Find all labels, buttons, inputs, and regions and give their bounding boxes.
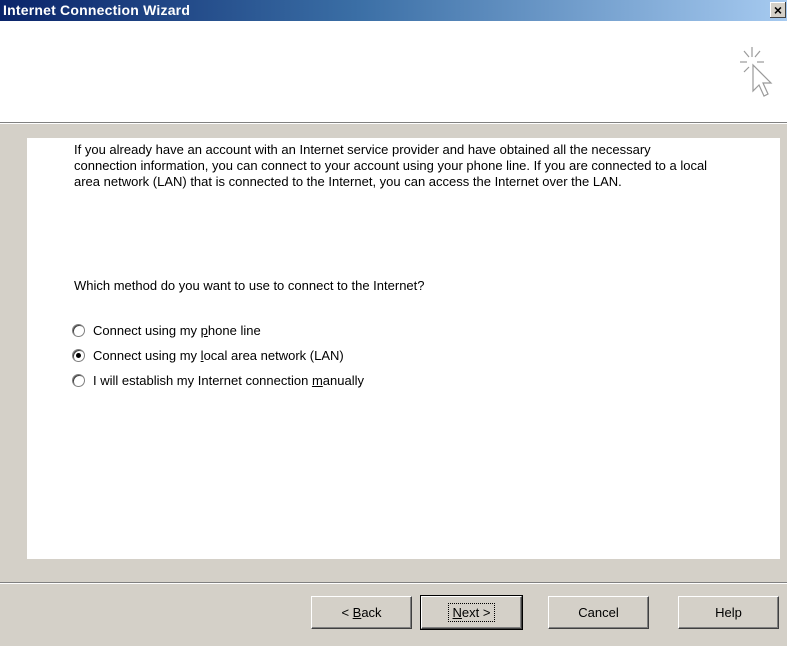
cancel-button[interactable]: Cancel	[548, 596, 649, 629]
phone-line-radio[interactable]	[72, 323, 85, 337]
help-button[interactable]: Help	[678, 596, 779, 629]
next-button[interactable]: Next >	[420, 595, 523, 630]
close-icon: ×	[773, 2, 783, 18]
manual-label: I will establish my Internet connection …	[93, 372, 364, 388]
lan-radio[interactable]	[72, 348, 85, 362]
cancel-button-label: Cancel	[578, 605, 619, 620]
footer-separator	[0, 582, 787, 584]
back-button[interactable]: < Back	[311, 596, 412, 629]
option-phone-line[interactable]: Connect using my phone line	[72, 321, 261, 339]
option-manual[interactable]: I will establish my Internet connection …	[72, 371, 364, 389]
question-text: Which method do you want to use to conne…	[74, 278, 425, 293]
intro-text: If you already have an account with an I…	[74, 142, 708, 189]
lan-label: Connect using my local area network (LAN…	[93, 347, 344, 363]
title-bar: Internet Connection Wizard ×	[0, 0, 787, 21]
wizard-cursor-sparkle-icon	[740, 47, 773, 97]
back-button-label: < Back	[341, 605, 382, 620]
content-panel: If you already have an account with an I…	[27, 138, 780, 559]
next-button-label: Next >	[447, 603, 496, 622]
phone-line-label: Connect using my phone line	[93, 322, 261, 338]
option-lan[interactable]: Connect using my local area network (LAN…	[72, 346, 344, 364]
manual-radio[interactable]	[72, 373, 85, 387]
wizard-header	[0, 21, 787, 122]
help-button-label: Help	[715, 605, 742, 620]
window-title: Internet Connection Wizard	[3, 2, 191, 18]
close-button[interactable]: ×	[770, 2, 786, 18]
